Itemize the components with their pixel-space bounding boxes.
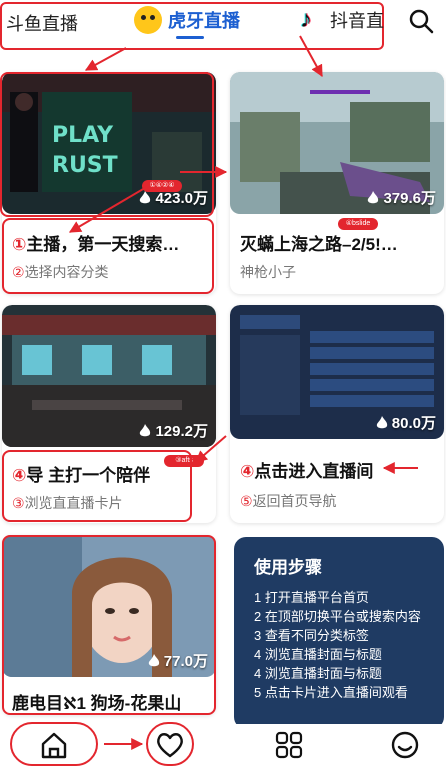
top-navigation: 斗鱼直播 虎牙直播 ♪ 抖音直 (0, 0, 446, 50)
instructions-heading: 使用步骤 (254, 558, 322, 577)
annotation-box-card-5 (2, 535, 216, 715)
instructions-panel: 使用步骤 1 打开直播平台首页 2 在顶部切换平台或搜索内容 3 查看不同分类标… (234, 537, 444, 729)
live-card[interactable]: 80.0万 ④点击进入直播间 ⑤返回首页导航 (230, 305, 444, 523)
card-subtitle: 神枪小子 (240, 264, 296, 280)
instruction-step: 4 浏览直播封面与标题 (254, 666, 382, 681)
viewer-count: 80.0万 (376, 412, 436, 433)
annotation-box-card-1-text (2, 218, 214, 294)
instruction-step: 1 打开直播平台首页 (254, 590, 369, 605)
step-number: ⑤ (240, 493, 253, 509)
instruction-step: 4 浏览直播封面与标题 (254, 647, 382, 662)
tab-douyu-label: 斗鱼直播 (6, 14, 78, 34)
viewer-count-value: 80.0万 (391, 415, 436, 432)
tab-huya[interactable]: 虎牙直播 (134, 6, 240, 34)
step-number: ④ (240, 462, 255, 481)
flame-icon (368, 190, 379, 203)
instructions-list: 1 打开直播平台首页 2 在顶部切换平台或搜索内容 3 查看不同分类标签 4 浏… (254, 588, 424, 702)
viewer-count-value: 129.2万 (155, 423, 208, 440)
stream-thumbnail: 379.6万 (230, 72, 444, 214)
annotation-box-card-1-thumb (0, 72, 214, 217)
tab-douyin-label: 抖音直 (330, 11, 384, 31)
card-subtitle: ⑤返回首页导航 (240, 491, 337, 511)
viewer-count: 379.6万 (367, 187, 436, 208)
smile-icon[interactable] (388, 728, 422, 762)
huya-logo-icon (134, 6, 162, 34)
live-badge: ④bslide (338, 218, 378, 230)
instruction-step: 2 在顶部切换平台或搜索内容 (254, 609, 421, 624)
search-icon[interactable] (408, 8, 434, 34)
card-title: ④点击进入直播间 (240, 457, 440, 482)
flame-icon (140, 423, 151, 436)
annotation-box-card-3-text (2, 450, 192, 522)
tab-douyin[interactable]: ♪ 抖音直 (300, 6, 384, 34)
heart-icon[interactable] (153, 728, 187, 762)
stream-thumbnail: 129.2万 (2, 305, 216, 447)
live-card[interactable]: 379.6万 ④bslide 灭蟎上海之路–2/5!… 神枪小子 (230, 72, 444, 294)
instruction-step: 5 点击卡片进入直播间观看 (254, 685, 408, 700)
home-icon[interactable] (37, 728, 71, 762)
active-tab-indicator (176, 36, 204, 39)
viewer-count-value: 379.6万 (383, 190, 436, 207)
instruction-step: 3 查看不同分类标签 (254, 628, 369, 643)
douyin-logo-icon: ♪ (300, 6, 312, 33)
viewer-count: 129.2万 (139, 420, 208, 441)
tab-huya-label: 虎牙直播 (168, 11, 240, 31)
card-subtitle-text: 返回首页导航 (252, 493, 337, 509)
grid-icon[interactable] (272, 728, 306, 762)
card-title: 灭蟎上海之路–2/5!… (240, 235, 398, 254)
stream-thumbnail: 80.0万 (230, 305, 444, 439)
bottom-navigation (0, 722, 446, 769)
tab-douyu[interactable]: 斗鱼直播 (6, 10, 78, 36)
card-title-text: 点击进入直播间 (254, 462, 374, 481)
flame-icon (376, 415, 387, 428)
